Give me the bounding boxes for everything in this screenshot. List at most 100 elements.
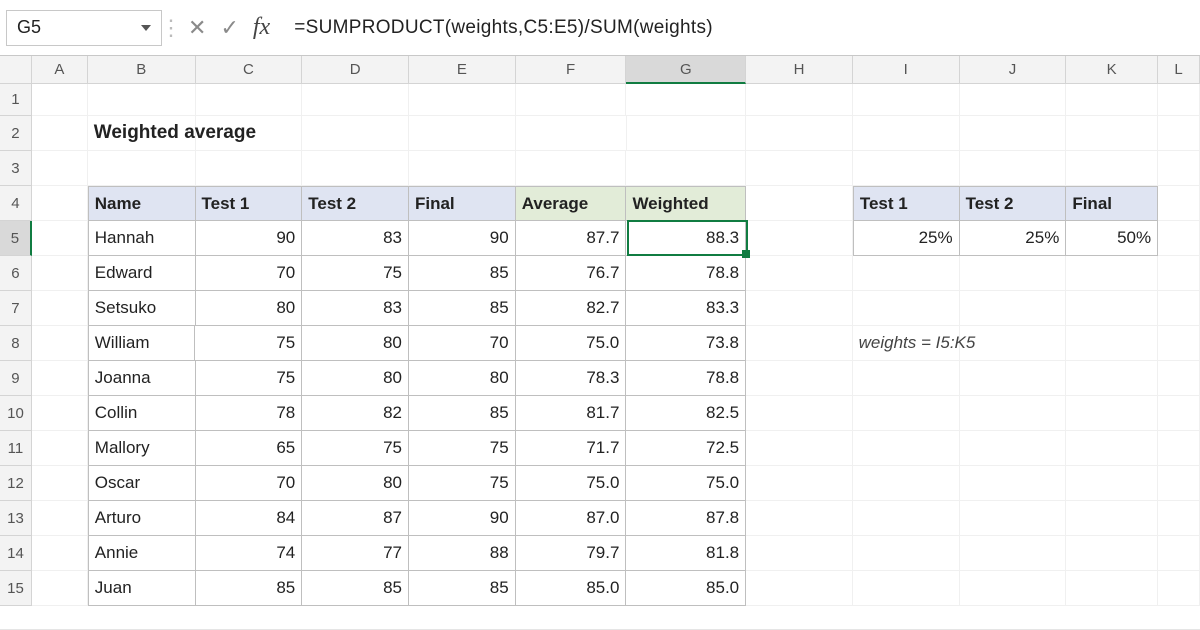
cell[interactable] (409, 84, 516, 116)
cell[interactable] (1066, 361, 1158, 396)
cell[interactable] (409, 151, 516, 186)
cell[interactable] (196, 84, 303, 116)
cell[interactable] (960, 536, 1067, 571)
value-cell[interactable]: 87.7 (516, 221, 627, 256)
cell[interactable] (746, 221, 853, 256)
name-cell[interactable]: Edward (88, 256, 196, 291)
value-cell[interactable]: 82.5 (626, 396, 746, 431)
table-header[interactable]: Final (1066, 186, 1158, 221)
enter-icon[interactable]: ✓ (220, 15, 238, 41)
value-cell[interactable]: 87.8 (626, 501, 746, 536)
cell[interactable] (960, 571, 1067, 606)
cell[interactable] (88, 84, 196, 116)
cell[interactable] (960, 501, 1067, 536)
cell[interactable] (32, 361, 88, 396)
cell[interactable] (1158, 326, 1200, 361)
value-cell[interactable]: 80 (302, 326, 409, 361)
cell[interactable] (853, 291, 960, 326)
value-cell[interactable]: 85.0 (516, 571, 627, 606)
table-header[interactable]: Weighted (626, 186, 746, 221)
value-cell[interactable]: 80 (196, 291, 303, 326)
cell[interactable] (32, 431, 88, 466)
cell[interactable] (853, 466, 960, 501)
value-cell[interactable]: 70 (196, 256, 303, 291)
value-cell[interactable]: 77 (302, 536, 409, 571)
cell[interactable] (1158, 84, 1200, 116)
value-cell[interactable]: 80 (302, 466, 409, 501)
fx-icon[interactable]: fx (253, 14, 270, 41)
cell[interactable] (746, 396, 853, 431)
value-cell[interactable]: 75 (409, 431, 516, 466)
cell[interactable] (746, 571, 853, 606)
name-cell[interactable]: William (88, 326, 196, 361)
value-cell[interactable]: 70 (409, 326, 516, 361)
cell[interactable] (1066, 536, 1158, 571)
cell[interactable] (746, 84, 853, 116)
cell[interactable] (960, 396, 1067, 431)
cell[interactable] (746, 536, 853, 571)
row-header[interactable]: 9 (0, 361, 32, 396)
cell[interactable] (1066, 396, 1158, 431)
cell[interactable] (1066, 84, 1158, 116)
cell[interactable] (746, 326, 853, 361)
cell[interactable] (746, 151, 853, 186)
value-cell[interactable]: 84 (196, 501, 303, 536)
value-cell[interactable]: 88.3 (626, 221, 746, 256)
value-cell[interactable]: 71.7 (516, 431, 627, 466)
cell[interactable] (516, 151, 627, 186)
cell[interactable] (302, 84, 409, 116)
value-cell[interactable]: 75.0 (516, 326, 627, 361)
name-cell[interactable]: Joanna (88, 361, 196, 396)
page-title[interactable]: Weighted average (88, 116, 196, 151)
value-cell[interactable]: 85 (409, 571, 516, 606)
value-cell[interactable]: 78.3 (516, 361, 627, 396)
value-cell[interactable]: 90 (196, 221, 303, 256)
value-cell[interactable]: 74 (196, 536, 303, 571)
row-header[interactable]: 14 (0, 536, 32, 571)
cell[interactable] (1066, 256, 1158, 291)
value-cell[interactable]: 75.0 (516, 466, 627, 501)
cell[interactable] (1066, 501, 1158, 536)
row-header[interactable]: 3 (0, 151, 32, 186)
value-cell[interactable]: 75 (196, 361, 303, 396)
row-header[interactable]: 10 (0, 396, 32, 431)
cell[interactable] (1066, 571, 1158, 606)
cell[interactable] (1066, 291, 1158, 326)
value-cell[interactable]: 78 (196, 396, 303, 431)
cell[interactable] (1158, 116, 1200, 151)
cell[interactable] (853, 151, 960, 186)
formula-input[interactable]: =SUMPRODUCT(weights,C5:E5)/SUM(weights) (284, 0, 1200, 55)
cell[interactable] (960, 84, 1067, 116)
value-cell[interactable]: 80 (302, 361, 409, 396)
cell[interactable] (1066, 326, 1158, 361)
value-cell[interactable]: 87 (302, 501, 409, 536)
cell[interactable] (196, 151, 303, 186)
cell[interactable] (853, 501, 960, 536)
cell[interactable] (746, 256, 853, 291)
value-cell[interactable]: 87.0 (516, 501, 627, 536)
value-cell[interactable]: 81.8 (626, 536, 746, 571)
name-box[interactable]: G5 (6, 10, 162, 46)
value-cell[interactable]: 90 (409, 221, 516, 256)
col-header[interactable]: J (960, 56, 1067, 84)
value-cell[interactable]: 85 (409, 291, 516, 326)
cell[interactable] (302, 151, 409, 186)
cell[interactable] (960, 291, 1067, 326)
cell[interactable] (1158, 151, 1200, 186)
cell[interactable] (32, 256, 88, 291)
row-header[interactable]: 13 (0, 501, 32, 536)
value-cell[interactable]: 88 (409, 536, 516, 571)
name-cell[interactable]: Mallory (88, 431, 196, 466)
col-header[interactable]: E (409, 56, 516, 84)
cell[interactable] (746, 291, 853, 326)
col-header[interactable]: L (1158, 56, 1200, 84)
table-header[interactable]: Average (516, 186, 627, 221)
value-cell[interactable]: 90 (409, 501, 516, 536)
row-header[interactable]: 15 (0, 571, 32, 606)
value-cell[interactable]: 82.7 (516, 291, 627, 326)
value-cell[interactable]: 70 (196, 466, 303, 501)
value-cell[interactable]: 79.7 (516, 536, 627, 571)
value-cell[interactable]: 83 (302, 291, 409, 326)
col-header[interactable]: D (302, 56, 409, 84)
cell[interactable] (516, 84, 627, 116)
